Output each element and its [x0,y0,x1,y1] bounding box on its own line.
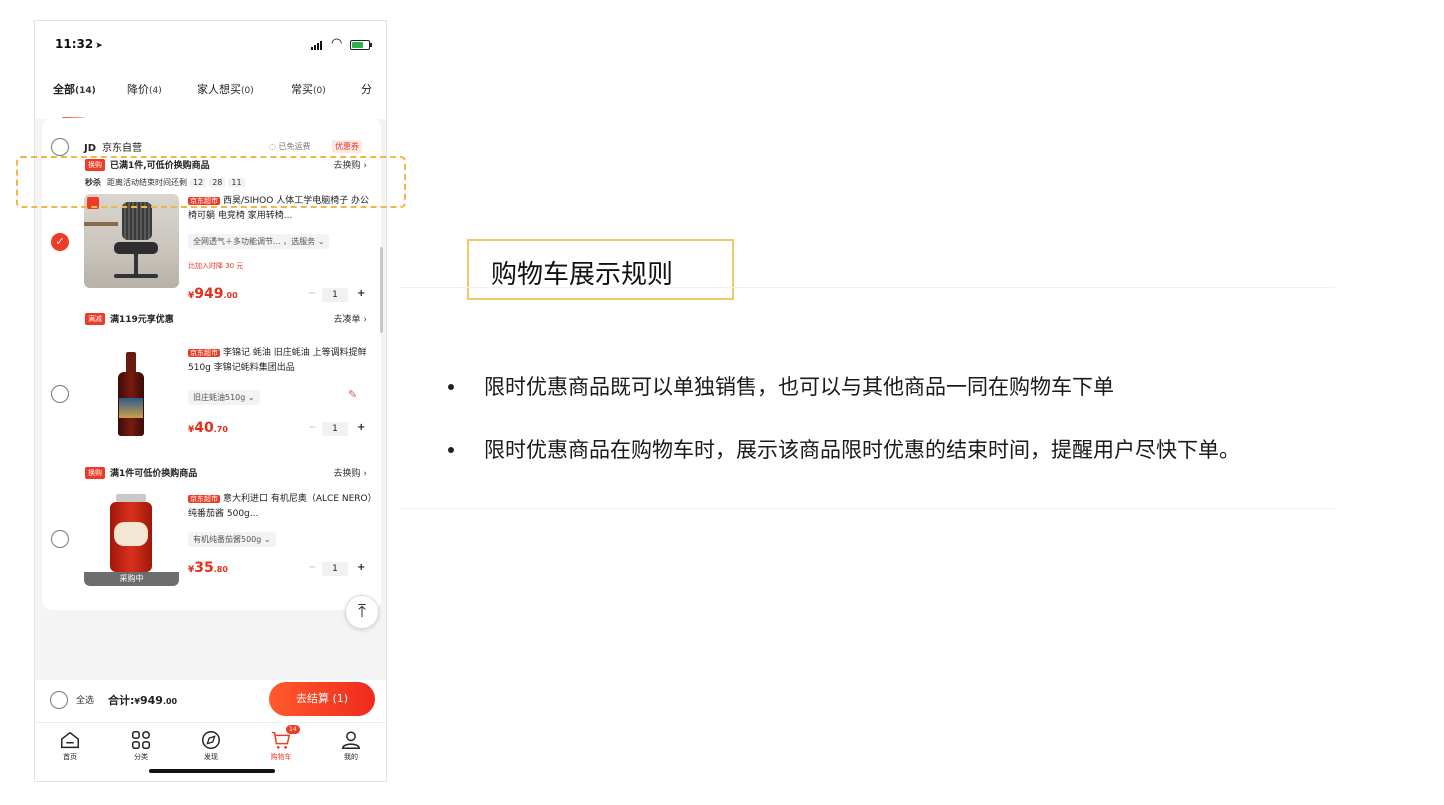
nav-home[interactable]: 首页 [45,729,95,762]
battery-icon [350,40,372,50]
checkout-bar: 全选 合计:¥949.00 去结算 (1) [35,680,386,722]
cart-item-chair: ✓ 京东超市 西昊/SIHOO 人体工学电脑椅子 办公椅可躺 电竞椅 家用转椅..… [42,192,381,306]
purchasing-overlay: 采购中 [84,572,179,586]
checkout-button[interactable]: 去结算 (1) [269,682,375,716]
rules-title: 购物车展示规则 [491,260,674,290]
cart-item-oyster-sauce: 京东超市 李锦记 蚝油 旧庄蚝油 上等调料提鲜 510g 李锦记蚝料集团出品 旧庄… [42,344,381,464]
location-arrow-icon: ➤ [95,41,103,51]
tab-all[interactable]: 全部(14) [53,81,96,97]
status-bar: 11:32 ➤ ◠ [35,21,386,65]
add-more-link[interactable]: 去凑单 › [334,312,367,325]
discover-icon [202,731,220,749]
home-icon [61,731,79,749]
edit-icon[interactable]: ✎ [348,388,357,401]
promo-row-exchange-2: 换购 满1件可低价换购商品 去换购 › [42,464,381,490]
select-all-radio[interactable] [50,691,68,709]
cart-filter-tabs: 全部(14) 降价(4) 家人想买(0) 常买(0) 分 [35,65,386,120]
product-price: ¥949.00 [188,286,238,302]
flash-sale-highlight-box [16,156,406,208]
cart-item-tomato-paste: 采购中 京东超市 意大利进口 有机尼奥（ALCE NERO）纯番茄酱 500g..… [42,490,381,610]
item-select-radio[interactable]: ✓ [51,233,69,251]
bullet-dot [448,384,454,390]
rule-item-1: 限时优惠商品既可以单独销售，也可以与其他商品一同在购物车下单 [484,375,1114,399]
plus-icon[interactable]: + [357,562,365,573]
divider-line [400,508,1335,509]
go-exchange-link[interactable]: 去换购 › [334,466,367,479]
product-price: ¥40.70 [188,420,228,436]
product-price: ¥35.80 [188,560,228,576]
select-all-label[interactable]: 全选 [76,693,94,706]
cart-count-badge: 14 [286,725,300,734]
promo-badge: 满减 [85,313,105,325]
coupon-button[interactable]: 优惠券 [332,140,362,153]
quantity-value[interactable]: 1 [322,422,348,436]
profile-icon [342,731,360,749]
phone-screen: 11:32 ➤ ◠ 全部(14) 降价(4) 家人想买(0) 常买(0) 分 JD… [34,20,387,782]
quantity-stepper[interactable]: − 1 + [308,422,374,436]
quantity-value[interactable]: 1 [322,288,348,302]
minus-icon[interactable]: − [308,422,316,433]
promo-text: 满119元享优惠 [110,315,174,325]
minus-icon[interactable]: − [308,562,316,573]
quantity-stepper[interactable]: − 1 + [308,562,374,576]
nav-category[interactable]: 分类 [116,729,166,762]
cart-total: 合计:¥949.00 [108,694,178,707]
product-image[interactable] [84,346,179,440]
store-name[interactable]: JD 京东自营 [84,139,142,154]
minus-icon[interactable]: − [308,288,316,299]
item-select-radio[interactable] [51,530,69,548]
spec-selector[interactable]: 全网透气＋多功能调节... ，选服务 ⌄ [188,234,330,249]
bullet-dot [448,447,454,453]
tab-frequent[interactable]: 常买(0) [291,81,326,97]
promo-row-discount: 满减 满119元享优惠 去凑单 › [42,306,381,344]
plus-icon[interactable]: + [357,422,365,433]
spec-selector[interactable]: 有机纯番茄酱500g ⌄ [188,532,276,547]
price-drop-note: 比加入时降 30 元 [188,262,244,270]
status-time: 11:32 ➤ [55,37,103,51]
scrollbar-thumb[interactable] [380,247,383,333]
tab-more[interactable]: 分 [361,81,372,97]
product-title[interactable]: 京东超市 意大利进口 有机尼奥（ALCE NERO）纯番茄酱 500g... [188,492,374,522]
product-title[interactable]: 京东超市 李锦记 蚝油 旧庄蚝油 上等调料提鲜 510g 李锦记蚝料集团出品 [188,346,374,376]
tab-price-drop[interactable]: 降价(4) [127,81,162,97]
back-to-top-icon[interactable]: ⤒ [345,595,379,629]
plus-icon[interactable]: + [357,288,365,299]
product-image[interactable]: 采购中 [84,492,179,586]
tab-family-wants[interactable]: 家人想买(0) [197,81,254,97]
store-select-radio[interactable] [51,138,69,156]
store-header: JD 京东自营 ◌ 已免运费 优惠券 [42,118,381,156]
home-indicator[interactable] [149,769,275,773]
promo-text: 满1件可低价换购商品 [110,469,198,479]
product-image[interactable] [84,194,179,288]
category-icon [132,731,150,749]
bottom-tab-bar: 首页 分类 发现 14 购物车 我的 [35,722,386,781]
rule-item-2: 限时优惠商品在购物车时，展示该商品限时优惠的结束时间，提醒用户尽快下单。 [484,438,1240,462]
quantity-stepper[interactable]: − 1 + [308,288,374,302]
item-select-radio[interactable] [51,385,69,403]
divider-line [400,287,1335,288]
nav-cart[interactable]: 14 购物车 [256,725,306,762]
nav-profile[interactable]: 我的 [326,729,376,762]
signal-icon [311,41,325,50]
rules-title-box: 购物车展示规则 [467,239,734,300]
promo-badge: 换购 [85,467,105,479]
nav-discover[interactable]: 发现 [186,729,236,762]
free-shipping-label: ◌ 已免运费 [269,142,311,151]
quantity-value[interactable]: 1 [322,562,348,576]
wifi-icon: ◠ [331,36,343,51]
spec-selector[interactable]: 旧庄蚝油510g ⌄ [188,390,260,405]
